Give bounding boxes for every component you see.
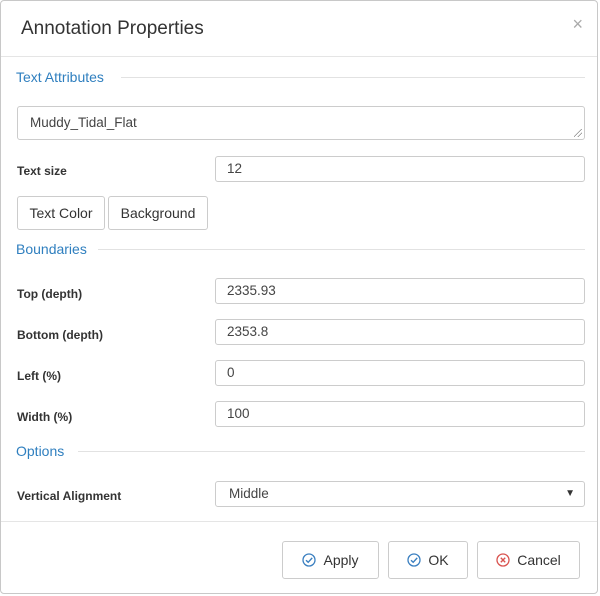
apply-button[interactable]: Apply xyxy=(282,541,379,579)
width-percent-label: Width (%) xyxy=(17,410,73,424)
cancel-label: Cancel xyxy=(517,552,561,568)
ok-label: OK xyxy=(428,552,449,568)
section-divider xyxy=(78,451,585,452)
vertical-alignment-select[interactable]: Middle ▼ xyxy=(215,481,585,507)
text-color-button[interactable]: Text Color xyxy=(17,196,105,230)
annotation-text-value: Muddy_Tidal_Flat xyxy=(30,115,137,130)
vertical-alignment-label: Vertical Alignment xyxy=(17,489,122,503)
left-percent-value: 0 xyxy=(227,365,235,380)
annotation-properties-dialog: Annotation Properties × Text Attributes … xyxy=(0,0,598,594)
background-button[interactable]: Background xyxy=(108,196,208,230)
top-depth-label: Top (depth) xyxy=(17,287,83,301)
text-size-label: Text size xyxy=(17,164,67,178)
chevron-down-icon: ▼ xyxy=(565,488,575,499)
bottom-depth-value: 2353.8 xyxy=(227,324,269,339)
top-depth-value: 2335.93 xyxy=(227,283,276,298)
top-depth-input[interactable]: 2335.93 xyxy=(215,278,585,304)
section-divider xyxy=(121,77,585,78)
text-size-input[interactable]: 12 xyxy=(215,156,585,182)
bottom-depth-input[interactable]: 2353.8 xyxy=(215,319,585,345)
close-icon[interactable]: × xyxy=(572,15,583,33)
cancel-button[interactable]: Cancel xyxy=(477,541,580,579)
vertical-alignment-value: Middle xyxy=(229,486,269,501)
apply-label: Apply xyxy=(323,552,359,568)
width-percent-input[interactable]: 100 xyxy=(215,401,585,427)
section-text-attributes: Text Attributes xyxy=(16,69,104,85)
width-percent-value: 100 xyxy=(227,406,250,421)
x-circle-icon xyxy=(496,553,510,567)
ok-button[interactable]: OK xyxy=(388,541,468,579)
check-circle-icon xyxy=(302,553,317,567)
check-circle-icon xyxy=(407,553,422,567)
resize-grip-icon[interactable] xyxy=(574,129,582,137)
bottom-depth-label: Bottom (depth) xyxy=(17,328,103,342)
left-percent-input[interactable]: 0 xyxy=(215,360,585,386)
annotation-text-input[interactable]: Muddy_Tidal_Flat xyxy=(17,106,585,140)
section-options: Options xyxy=(16,443,65,459)
section-boundaries: Boundaries xyxy=(16,241,87,257)
text-size-value: 12 xyxy=(227,161,243,176)
left-percent-label: Left (%) xyxy=(17,369,61,383)
dialog-header: Annotation Properties × xyxy=(1,1,597,57)
section-divider xyxy=(98,249,585,250)
dialog-title: Annotation Properties xyxy=(21,18,204,39)
